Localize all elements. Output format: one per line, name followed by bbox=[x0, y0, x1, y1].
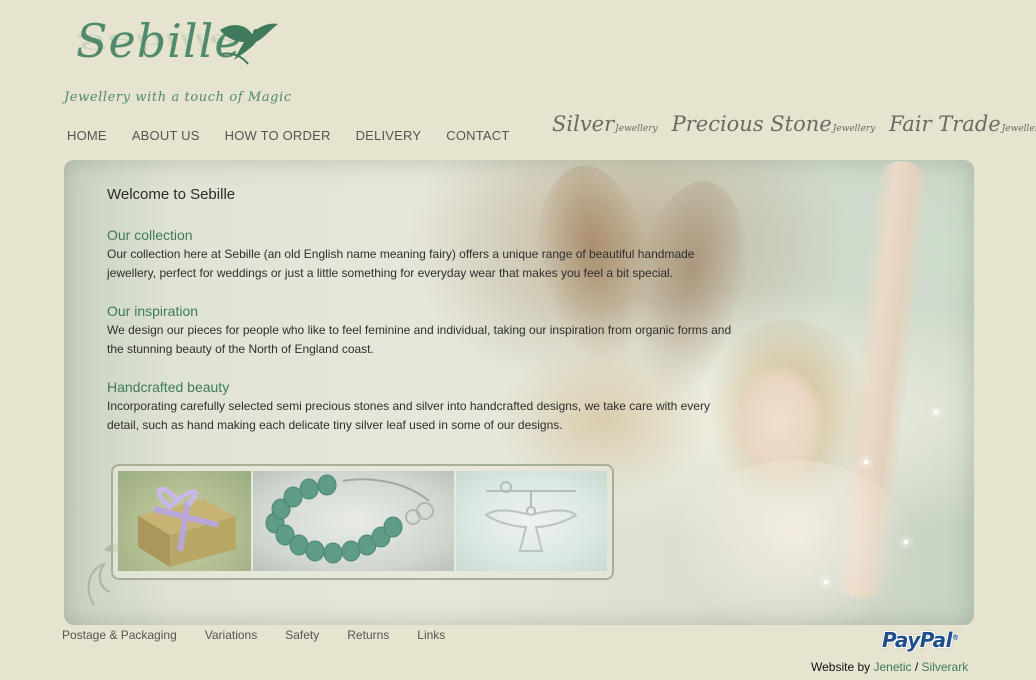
category-silver-link[interactable]: Silver Jewellery bbox=[552, 112, 658, 136]
credit-prefix: Website by bbox=[811, 660, 871, 674]
section-heading-collection: Our collection bbox=[107, 227, 193, 243]
category-precious-stone-sub: Jewellery bbox=[832, 124, 876, 134]
category-precious-stone-link[interactable]: Precious Stone Jewellery bbox=[672, 112, 876, 136]
nav-how-to-order[interactable]: HOW TO ORDER bbox=[225, 128, 331, 143]
site-credit: Website by Jenetic / Silverark bbox=[811, 660, 968, 674]
category-fair-trade-label: Fair Trade bbox=[889, 112, 1001, 136]
section-body-handcrafted: Incorporating carefully selected semi pr… bbox=[107, 399, 710, 432]
paypal-wordmark: PayPal bbox=[882, 628, 953, 652]
nav-contact[interactable]: CONTACT bbox=[446, 128, 509, 143]
category-fair-trade-link[interactable]: Fair Trade Jewellery bbox=[889, 112, 1036, 136]
main-content: Welcome to Sebille Our collection Our co… bbox=[107, 186, 732, 455]
nav-delivery[interactable]: DELIVERY bbox=[356, 128, 422, 143]
gift-box-image bbox=[138, 486, 236, 567]
gallery-image-pendant[interactable] bbox=[456, 471, 607, 571]
footer-link-postage[interactable]: Postage & Packaging bbox=[62, 628, 177, 642]
main-nav: HOME ABOUT US HOW TO ORDER DELIVERY CONT… bbox=[67, 128, 535, 143]
category-silver-label: Silver bbox=[552, 112, 615, 136]
necklace-image bbox=[265, 474, 434, 564]
footer-nav: Postage & Packaging Variations Safety Re… bbox=[62, 628, 473, 642]
category-silver-sub: Jewellery bbox=[615, 124, 658, 134]
page-title: Welcome to Sebille bbox=[107, 186, 236, 203]
logo-tagline: Jewellery with a touch of Magic bbox=[64, 90, 292, 105]
product-gallery bbox=[111, 464, 614, 580]
nav-about-us[interactable]: ABOUT US bbox=[132, 128, 200, 143]
footer-link-variations[interactable]: Variations bbox=[205, 628, 257, 642]
credit-separator: / bbox=[914, 660, 919, 674]
gallery-image-gift-box[interactable] bbox=[118, 471, 251, 571]
site-logo[interactable]: Sebille Sebille Jewellery with a touch o… bbox=[62, 10, 302, 115]
gallery-image-necklace[interactable] bbox=[253, 471, 454, 571]
pendant-image bbox=[484, 481, 578, 552]
category-fair-trade-sub: Jewellery bbox=[1001, 124, 1036, 134]
sparkle bbox=[824, 580, 828, 584]
credit-link-silverark[interactable]: Silverark bbox=[922, 660, 969, 674]
paypal-registered-mark: ® bbox=[952, 633, 959, 642]
fairy-icon bbox=[220, 23, 278, 65]
footer-link-returns[interactable]: Returns bbox=[347, 628, 389, 642]
fairy-body bbox=[674, 460, 914, 625]
credit-link-jenetic[interactable]: Jenetic bbox=[873, 660, 911, 674]
section-heading-inspiration: Our inspiration bbox=[107, 303, 199, 319]
section-body-inspiration: We design our pieces for people who like… bbox=[107, 323, 732, 356]
category-links: Silver Jewellery Precious Stone Jeweller… bbox=[552, 112, 1036, 136]
footer-link-safety[interactable]: Safety bbox=[285, 628, 319, 642]
sparkle bbox=[934, 410, 938, 414]
section-heading-handcrafted: Handcrafted beauty bbox=[107, 379, 230, 395]
section-body-collection: Our collection here at Sebille (an old E… bbox=[107, 247, 695, 280]
nav-home[interactable]: HOME bbox=[67, 128, 107, 143]
category-precious-stone-label: Precious Stone bbox=[671, 112, 832, 136]
footer-link-links[interactable]: Links bbox=[417, 628, 445, 642]
paypal-logo[interactable]: PayPal® bbox=[882, 628, 959, 652]
sparkle bbox=[904, 540, 908, 544]
sparkle bbox=[864, 460, 868, 464]
